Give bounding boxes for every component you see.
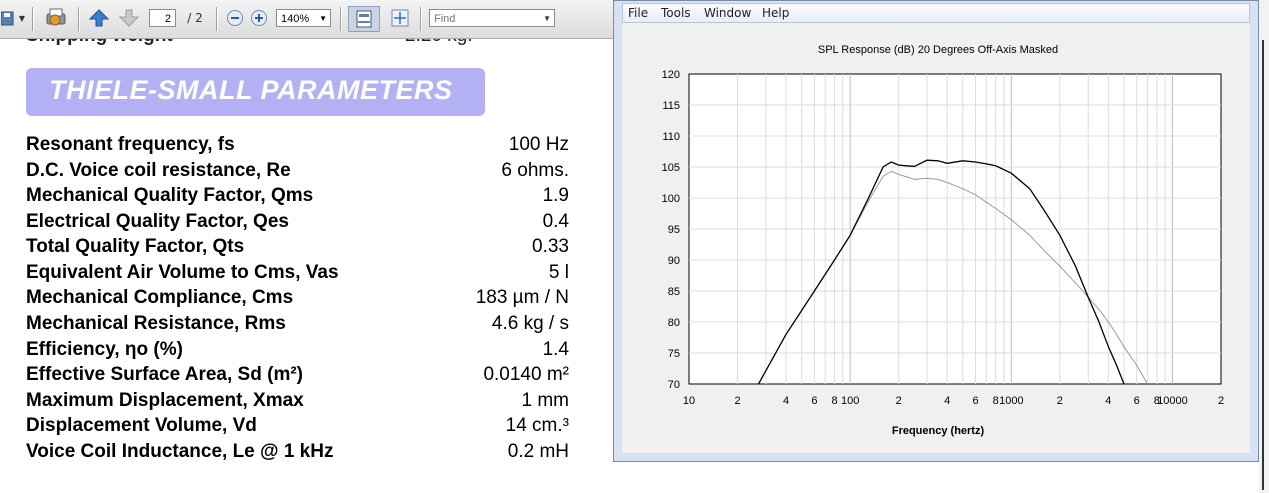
full-screen-icon[interactable] <box>387 6 413 30</box>
clipped-label: Shipping weight <box>26 39 173 47</box>
dropdown-arrow-icon[interactable]: ▼ <box>17 6 27 30</box>
chart-title: SPL Response (dB) 20 Degrees Off-Axis Ma… <box>818 44 1058 56</box>
param-value-rms: 4.6 kg / s <box>491 313 569 334</box>
pdf-document-page: Shipping weight 2.20 kg. THIELE-SMALL PA… <box>0 39 615 493</box>
param-value-xmax: 1 mm <box>521 390 570 411</box>
param-name-cms: Mechanical Compliance, Cms <box>26 287 294 308</box>
zoom-select[interactable]: 140% ▼ <box>276 9 331 27</box>
y-tick-label: 110 <box>662 131 680 143</box>
menu-bar: File Tools Window Help <box>622 3 1250 23</box>
y-tick-label: 70 <box>668 379 680 391</box>
y-tick-labels: 120 115 110 105 100 95 90 85 80 75 70 <box>662 69 680 391</box>
section-title: THIELE-SMALL PARAMETERS <box>49 75 453 105</box>
x-tick-label: 6 <box>1134 395 1140 407</box>
find-placeholder: Find <box>434 13 456 25</box>
previous-page-icon[interactable] <box>88 6 110 30</box>
y-tick-label: 100 <box>662 193 680 205</box>
param-value-qes: 0.4 <box>542 211 569 232</box>
menu-tools[interactable]: Tools <box>661 6 691 20</box>
param-name-vas: Equivalent Air Volume to Cms, Vas <box>26 262 339 283</box>
param-name-qes: Electrical Quality Factor, Qes <box>26 211 289 232</box>
x-tick-label: 1000 <box>999 395 1023 407</box>
scrollbar-edge <box>1262 40 1264 490</box>
pdf-toolbar: ▼ 2 / 2 140% ▼ Find ▼ <box>0 0 615 39</box>
fit-width-icon[interactable] <box>348 6 380 32</box>
x-tick-label: 2 <box>896 395 902 407</box>
x-tick-label: 2 <box>734 395 740 407</box>
param-name-qms: Mechanical Quality Factor, Qms <box>26 185 314 206</box>
x-tick-label: 8 <box>993 395 999 407</box>
param-name-rms: Mechanical Resistance, Rms <box>26 313 286 334</box>
param-value-cms: 183 µm / N <box>475 287 569 308</box>
y-tick-label: 75 <box>668 348 680 360</box>
zoom-in-icon[interactable] <box>248 6 270 30</box>
y-tick-label: 115 <box>662 100 680 112</box>
find-dropdown-icon[interactable]: ▼ <box>543 10 551 28</box>
y-tick-label: 90 <box>668 255 680 267</box>
param-name-vd: Displacement Volume, Vd <box>26 415 257 436</box>
page-number-input[interactable]: 2 <box>149 9 176 27</box>
x-tick-label: 4 <box>1105 395 1111 407</box>
clipped-value: 2.20 kg. <box>405 39 473 47</box>
y-tick-label: 105 <box>662 162 680 174</box>
x-tick-label: 10000 <box>1157 395 1188 407</box>
zoom-out-icon[interactable] <box>224 6 246 30</box>
param-name-re: D.C. Voice coil resistance, Re <box>26 160 291 181</box>
menu-file[interactable]: File <box>628 6 648 20</box>
x-tick-label: 6 <box>973 395 979 407</box>
y-tick-label: 95 <box>668 224 680 236</box>
y-tick-label: 85 <box>668 286 680 298</box>
param-value-fs: 100 Hz <box>508 134 569 155</box>
x-tick-label: 4 <box>783 395 789 407</box>
menu-help[interactable]: Help <box>762 6 789 20</box>
menu-window[interactable]: Window <box>704 6 751 20</box>
spl-chart: SPL Response (dB) 20 Degrees Off-Axis Ma… <box>662 44 1224 437</box>
x-tick-label: 8 <box>831 395 837 407</box>
next-page-icon[interactable] <box>118 6 140 30</box>
chevron-down-icon: ▼ <box>319 14 327 23</box>
x-tick-label: 4 <box>944 395 950 407</box>
param-value-qts: 0.33 <box>532 236 569 257</box>
print-icon[interactable] <box>42 6 70 30</box>
param-value-qms: 1.9 <box>542 185 569 206</box>
x-tick-label: 10 <box>683 395 695 407</box>
x-tick-labels: 10 2 4 6 8 100 2 4 6 8 1000 2 4 6 810000 2 <box>683 395 1224 407</box>
param-name-efficiency: Efficiency, ηo (%) <box>26 339 183 360</box>
background-window-edge <box>1259 0 1269 493</box>
x-tick-label: 2 <box>1218 395 1224 407</box>
page-total-label: / 2 <box>187 11 203 25</box>
y-tick-label: 80 <box>668 317 680 329</box>
x-tick-label: 6 <box>811 395 817 407</box>
param-value-vas: 5 l <box>548 262 569 283</box>
save-icon[interactable] <box>0 6 16 30</box>
param-value-vd: 14 cm.³ <box>505 415 569 436</box>
find-input[interactable]: Find ▼ <box>429 9 555 27</box>
param-name-le: Voice Coil Inductance, Le @ 1 kHz <box>26 441 334 462</box>
param-value-efficiency: 1.4 <box>542 339 569 360</box>
param-value-sd: 0.0140 m² <box>483 364 569 385</box>
param-value-re: 6 ohms. <box>501 160 569 181</box>
param-name-sd: Effective Surface Area, Sd (m²) <box>26 364 303 385</box>
x-tick-label: 2 <box>1057 395 1063 407</box>
x-axis-label: Frequency (hertz) <box>892 425 985 437</box>
x-tick-label: 100 <box>841 395 859 407</box>
param-name-qts: Total Quality Factor, Qts <box>26 236 245 257</box>
param-name-fs: Resonant frequency, fs <box>26 134 235 155</box>
param-name-xmax: Maximum Displacement, Xmax <box>26 390 304 411</box>
y-tick-label: 120 <box>662 69 680 81</box>
chart-window: File Tools Window Help SPL Response (dB)… <box>613 0 1259 462</box>
param-value-le: 0.2 mH <box>507 441 569 462</box>
chart-client-area: SPL Response (dB) 20 Degrees Off-Axis Ma… <box>622 23 1250 453</box>
zoom-value: 140% <box>281 13 310 25</box>
